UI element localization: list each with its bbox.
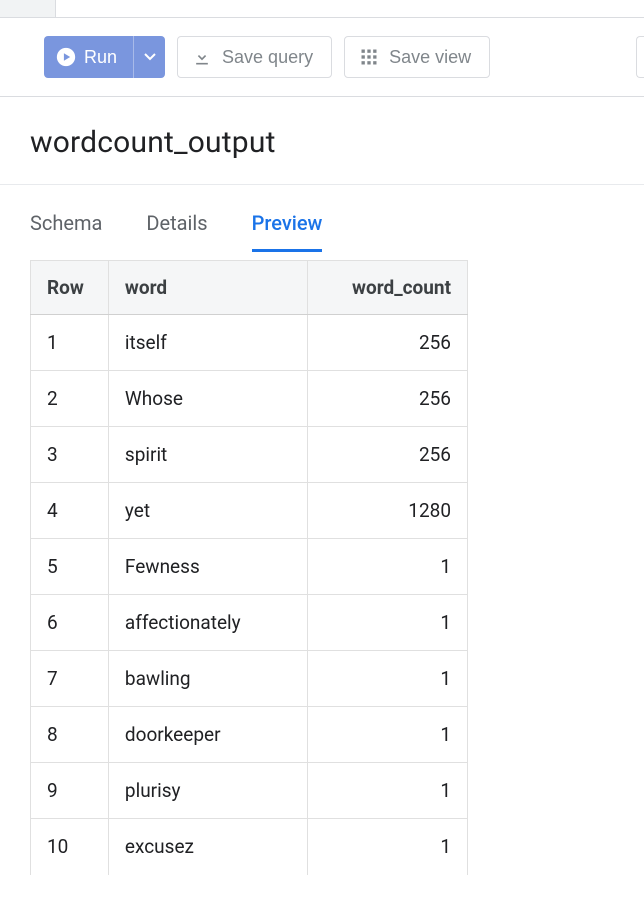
cell-word-count: 1: [308, 707, 468, 763]
table-row: 1itself256: [31, 315, 468, 371]
table-row: 8doorkeeper1: [31, 707, 468, 763]
cell-word-count: 256: [308, 315, 468, 371]
query-toolbar: Run Save query Save view: [0, 18, 644, 97]
cell-row: 5: [31, 539, 109, 595]
tab-stub[interactable]: [0, 0, 56, 17]
table-row: 4yet1280: [31, 483, 468, 539]
header-word: word: [108, 261, 307, 315]
cell-row: 8: [31, 707, 109, 763]
cell-word: yet: [108, 483, 307, 539]
page-title: wordcount_output: [30, 125, 644, 160]
table-row: 10excusez1: [31, 819, 468, 875]
editor-tabstrip: [0, 0, 644, 18]
preview-table-wrap: Row word word_count 1itself2562Whose2563…: [30, 260, 468, 875]
tab-details[interactable]: Details: [146, 211, 207, 252]
cell-row: 4: [31, 483, 109, 539]
save-query-button[interactable]: Save query: [177, 36, 332, 78]
table-row: 9plurisy1: [31, 763, 468, 819]
caret-down-icon: [144, 53, 156, 61]
grid-icon: [359, 47, 379, 67]
cell-word-count: 256: [308, 427, 468, 483]
table-header-row: Row word word_count: [31, 261, 468, 315]
preview-table: Row word word_count 1itself2562Whose2563…: [30, 260, 468, 875]
cell-row: 10: [31, 819, 109, 875]
save-view-button[interactable]: Save view: [344, 36, 490, 78]
table-row: 5Fewness1: [31, 539, 468, 595]
table-row: 3spirit256: [31, 427, 468, 483]
run-button-group: Run: [44, 36, 165, 78]
save-query-label: Save query: [222, 47, 313, 68]
cell-word: affectionately: [108, 595, 307, 651]
cell-word-count: 1280: [308, 483, 468, 539]
tab-schema[interactable]: Schema: [30, 211, 102, 252]
table-row: 7bawling1: [31, 651, 468, 707]
cell-word: excusez: [108, 819, 307, 875]
cell-word: itself: [108, 315, 307, 371]
table-row: 2Whose256: [31, 371, 468, 427]
save-view-label: Save view: [389, 47, 471, 68]
cell-word-count: 1: [308, 819, 468, 875]
cell-row: 1: [31, 315, 109, 371]
table-row: 6affectionately1: [31, 595, 468, 651]
cell-word-count: 256: [308, 371, 468, 427]
download-icon: [192, 47, 212, 67]
cell-word-count: 1: [308, 763, 468, 819]
cell-word: spirit: [108, 427, 307, 483]
cell-word-count: 1: [308, 539, 468, 595]
cell-word: Whose: [108, 371, 307, 427]
tab-preview[interactable]: Preview: [252, 211, 323, 252]
cell-row: 7: [31, 651, 109, 707]
cell-word: doorkeeper: [108, 707, 307, 763]
cell-word: plurisy: [108, 763, 307, 819]
cell-word: bawling: [108, 651, 307, 707]
cell-word: Fewness: [108, 539, 307, 595]
cell-row: 9: [31, 763, 109, 819]
run-button-label: Run: [84, 47, 117, 68]
header-word-count: word_count: [308, 261, 468, 315]
result-tabs: Schema Details Preview: [0, 185, 644, 252]
play-icon: [56, 47, 76, 67]
cell-word-count: 1: [308, 595, 468, 651]
header-row: Row: [31, 261, 109, 315]
cell-row: 2: [31, 371, 109, 427]
run-button[interactable]: Run: [44, 36, 133, 78]
overflow-button-edge[interactable]: [636, 36, 644, 78]
title-block: wordcount_output: [0, 97, 644, 185]
cell-row: 3: [31, 427, 109, 483]
cell-row: 6: [31, 595, 109, 651]
run-dropdown-button[interactable]: [133, 36, 165, 78]
cell-word-count: 1: [308, 651, 468, 707]
